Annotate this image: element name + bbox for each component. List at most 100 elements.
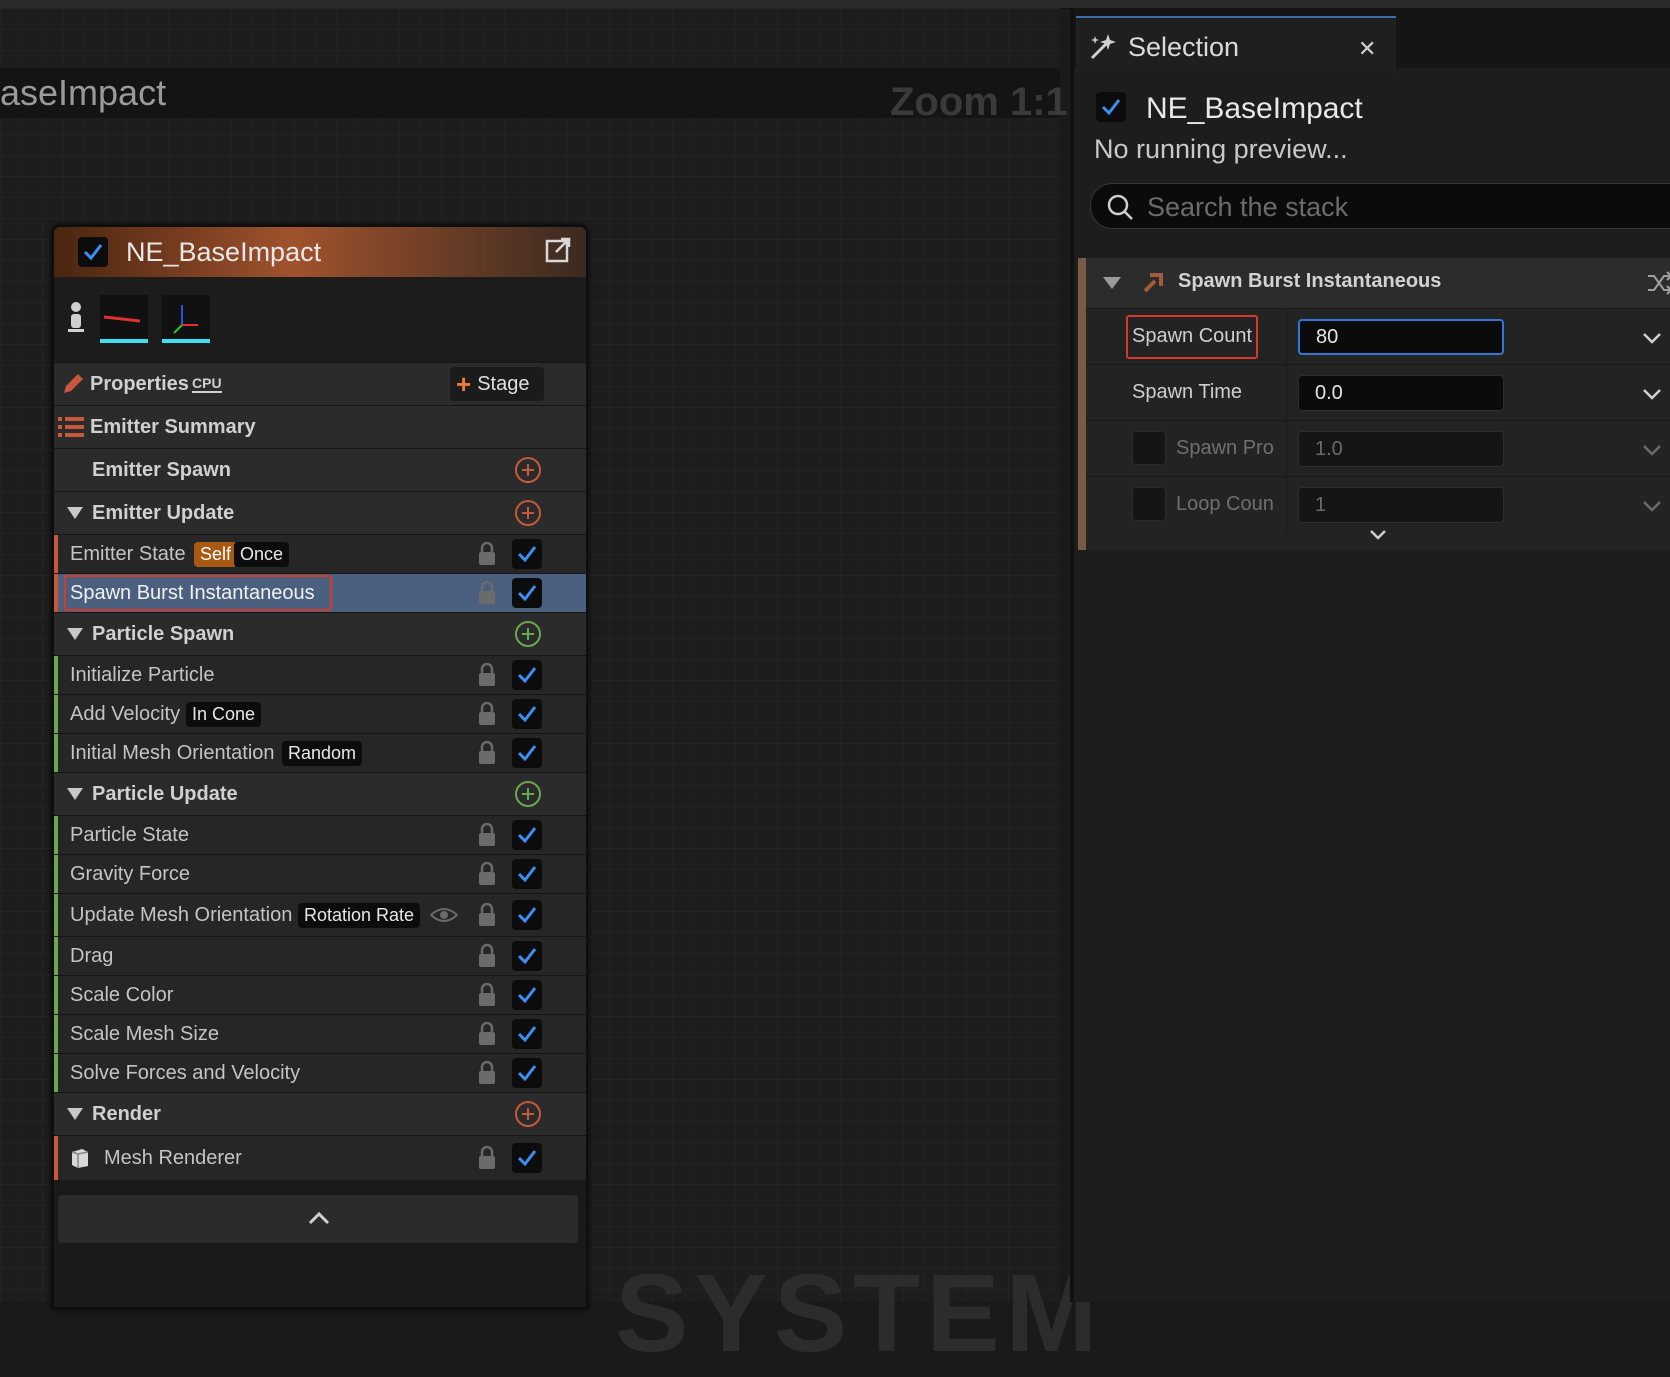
module-update-mesh-orientation[interactable]: Update Mesh Orientation Rotation Rate — [54, 893, 586, 936]
module-label: Emitter State — [70, 542, 186, 565]
lock-icon[interactable] — [476, 662, 498, 688]
search-input[interactable] — [1145, 190, 1669, 224]
module-label: Mesh Renderer — [104, 1146, 242, 1169]
close-icon[interactable]: ✕ — [1358, 36, 1376, 62]
module-enabled-checkbox[interactable] — [512, 900, 542, 930]
lock-icon[interactable] — [476, 1060, 498, 1086]
add-module-icon[interactable] — [514, 499, 542, 527]
module-enabled-checkbox[interactable] — [512, 660, 542, 690]
module-enabled-checkbox[interactable] — [512, 578, 542, 608]
section-label: Particle Update — [92, 782, 238, 805]
lock-icon[interactable] — [476, 902, 498, 928]
module-drag[interactable]: Drag — [54, 936, 586, 975]
collapse-triangle-icon[interactable] — [66, 787, 84, 801]
param-row-spawn-time[interactable]: Spawn Time — [1086, 364, 1670, 421]
add-module-icon[interactable] — [514, 456, 542, 484]
emitter-node-header[interactable]: NE_BaseImpact — [54, 227, 586, 277]
stack-search-box[interactable] — [1090, 183, 1670, 229]
expand-advanced-icon[interactable] — [1368, 528, 1388, 542]
module-stripe — [1078, 258, 1086, 550]
collapse-triangle-icon[interactable] — [66, 1107, 84, 1121]
lock-icon[interactable] — [476, 1145, 498, 1171]
add-stage-button[interactable]: + Stage — [450, 367, 544, 401]
collapse-triangle-icon[interactable] — [66, 506, 84, 520]
shuffle-icon[interactable] — [1646, 270, 1670, 296]
section-render[interactable]: Render — [54, 1092, 586, 1135]
lock-icon[interactable] — [476, 701, 498, 727]
module-label: Initial Mesh Orientation — [70, 741, 275, 764]
module-enabled-checkbox[interactable] — [512, 859, 542, 889]
module-label: Solve Forces and Velocity — [70, 1061, 301, 1084]
section-particle-spawn[interactable]: Particle Spawn — [54, 612, 586, 655]
param-override-checkbox[interactable] — [1132, 487, 1166, 521]
module-header[interactable]: Spawn Burst Instantaneous — [1086, 258, 1670, 308]
lock-icon[interactable] — [476, 740, 498, 766]
module-solve-forces-and-velocity[interactable]: Solve Forces and Velocity — [54, 1053, 586, 1092]
loop-count-field[interactable] — [1298, 487, 1504, 523]
checkmark-icon — [517, 585, 537, 602]
module-enabled-checkbox[interactable] — [512, 1058, 542, 1088]
module-particle-state[interactable]: Particle State — [54, 815, 586, 854]
module-enabled-checkbox[interactable] — [512, 1019, 542, 1049]
module-enabled-checkbox[interactable] — [512, 699, 542, 729]
section-particle-update[interactable]: Particle Update — [54, 772, 586, 815]
add-renderer-icon[interactable] — [514, 1100, 542, 1128]
lock-icon[interactable] — [476, 943, 498, 969]
module-enabled-checkbox[interactable] — [512, 820, 542, 850]
spawn-count-field[interactable] — [1298, 319, 1504, 355]
section-label: Render — [92, 1102, 161, 1125]
checkmark-icon — [517, 1026, 537, 1043]
module-scale-color[interactable]: Scale Color — [54, 975, 586, 1014]
module-enabled-checkbox[interactable] — [512, 1143, 542, 1173]
module-enabled-checkbox[interactable] — [512, 941, 542, 971]
collapse-triangle-icon[interactable] — [1102, 276, 1122, 290]
lock-icon[interactable] — [476, 580, 498, 606]
emitter-node[interactable]: NE_BaseImpact Properties CPU + Stage Emi… — [52, 225, 588, 1309]
chevron-down-icon[interactable] — [1642, 387, 1662, 401]
module-initialize-particle[interactable]: Initialize Particle — [54, 655, 586, 694]
emitter-summary-row[interactable]: Emitter Summary — [54, 405, 586, 448]
param-row-spawn-probability[interactable]: Spawn Pro — [1086, 420, 1670, 477]
section-emitter-spawn[interactable]: Emitter Spawn — [54, 448, 586, 491]
module-add-velocity[interactable]: Add Velocity In Cone — [54, 694, 586, 733]
lock-icon[interactable] — [476, 822, 498, 848]
lock-icon[interactable] — [476, 1021, 498, 1047]
selection-name: NE_BaseImpact — [1146, 92, 1363, 125]
chevron-down-icon[interactable] — [1642, 443, 1662, 457]
section-emitter-update[interactable]: Emitter Update — [54, 491, 586, 534]
module-enabled-checkbox[interactable] — [512, 539, 542, 569]
list-icon — [58, 417, 84, 437]
chevron-down-icon[interactable] — [1642, 499, 1662, 513]
eye-icon[interactable] — [430, 907, 458, 923]
param-row-spawn-count[interactable]: Spawn Count — [1086, 308, 1670, 365]
param-row-loop-count[interactable]: Loop Coun — [1086, 476, 1670, 533]
module-spawn-burst-instantaneous[interactable]: Spawn Burst Instantaneous — [54, 573, 586, 612]
module-gravity-force[interactable]: Gravity Force — [54, 854, 586, 893]
open-external-icon[interactable] — [544, 236, 572, 264]
tab-selection[interactable]: Selection ✕ — [1076, 16, 1396, 74]
spawn-probability-field[interactable] — [1298, 431, 1504, 467]
module-enabled-checkbox[interactable] — [512, 738, 542, 768]
section-label: Emitter Update — [92, 501, 235, 524]
collapse-node-button[interactable] — [58, 1195, 578, 1243]
module-scale-mesh-size[interactable]: Scale Mesh Size — [54, 1014, 586, 1053]
selection-enabled-checkbox[interactable] — [1096, 92, 1126, 122]
collapse-triangle-icon[interactable] — [66, 627, 84, 641]
module-initial-mesh-orientation[interactable]: Initial Mesh Orientation Random — [54, 733, 586, 772]
module-mesh-renderer[interactable]: Mesh Renderer — [54, 1135, 586, 1180]
axis-thumbnail[interactable] — [162, 295, 210, 343]
spawn-time-field[interactable] — [1298, 375, 1504, 411]
module-emitter-state[interactable]: Emitter State Self Once — [54, 534, 586, 573]
add-module-icon[interactable] — [514, 620, 542, 648]
emitter-enabled-checkbox[interactable] — [78, 237, 108, 267]
velocity-thumbnail[interactable] — [100, 295, 148, 343]
person-icon[interactable] — [66, 301, 86, 335]
properties-row[interactable]: Properties CPU + Stage — [54, 362, 586, 405]
chevron-down-icon[interactable] — [1642, 331, 1662, 345]
lock-icon[interactable] — [476, 541, 498, 567]
lock-icon[interactable] — [476, 982, 498, 1008]
lock-icon[interactable] — [476, 861, 498, 887]
module-enabled-checkbox[interactable] — [512, 980, 542, 1010]
add-module-icon[interactable] — [514, 780, 542, 808]
param-override-checkbox[interactable] — [1132, 431, 1166, 465]
